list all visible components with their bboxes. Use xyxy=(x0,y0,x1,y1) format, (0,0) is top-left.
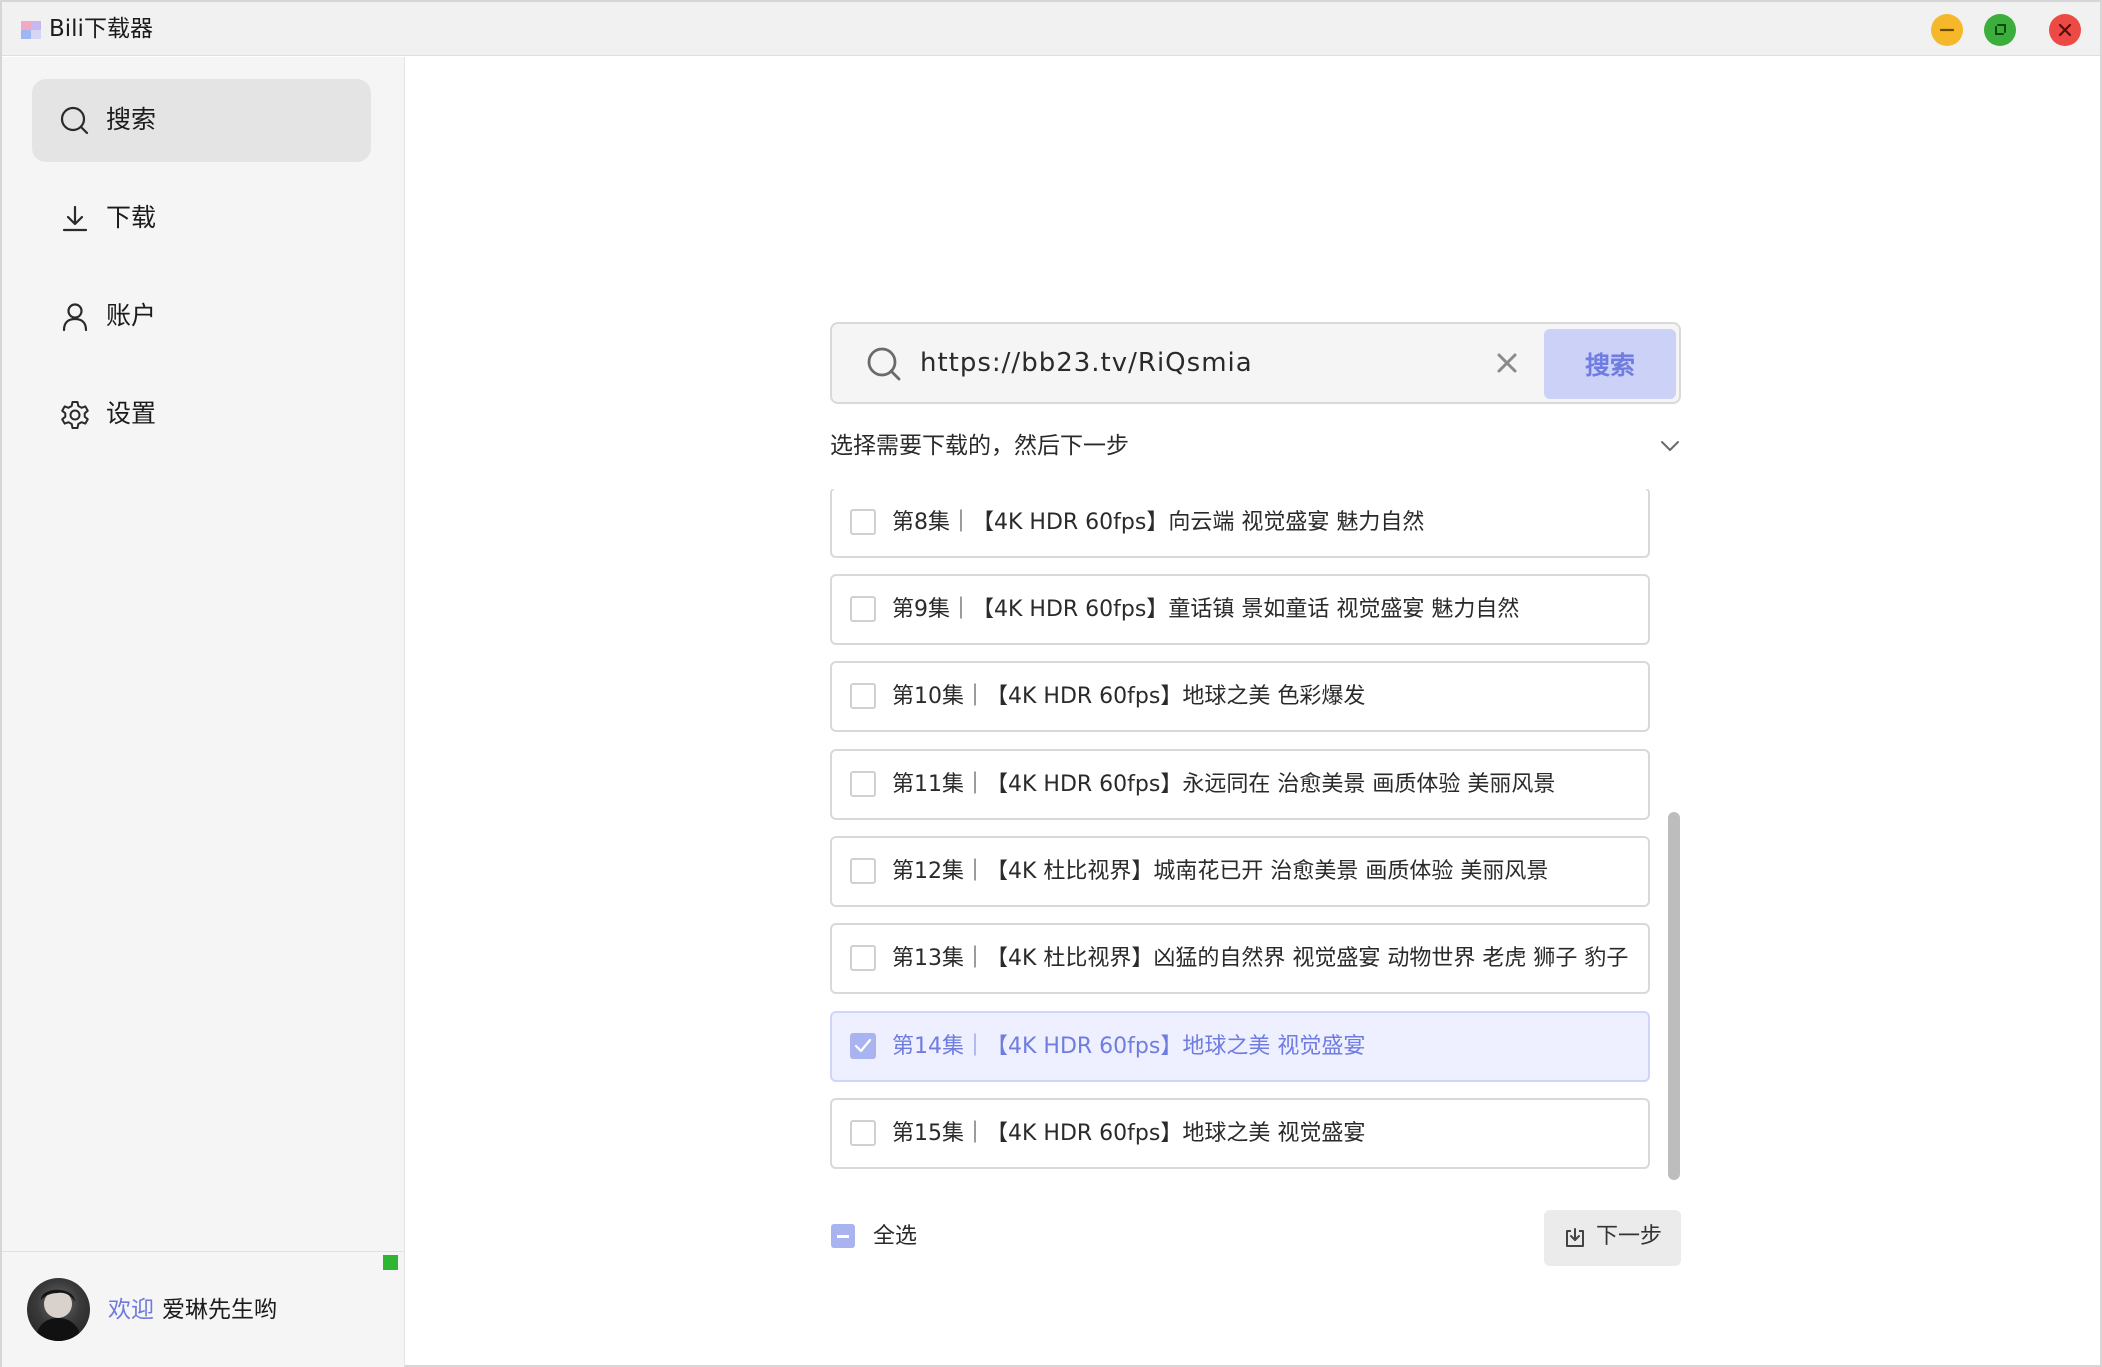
search-icon xyxy=(867,347,901,381)
list-item-selected[interactable]: 第14集｜【4K HDR 60fps】地球之美 视觉盛宴 xyxy=(830,1011,1650,1082)
list-item[interactable]: 第12集｜【4K 杜比视界】城南花已开 治愈美景 画质体验 美丽风景 xyxy=(830,836,1650,907)
item-checkbox[interactable] xyxy=(850,683,876,709)
list-item[interactable]: 第10集｜【4K HDR 60fps】地球之美 色彩爆发 xyxy=(830,661,1650,732)
sidebar-item-settings[interactable]: 设置 xyxy=(32,373,371,456)
app-logo-icon xyxy=(21,21,41,39)
close-icon xyxy=(2058,23,2072,37)
next-step-button[interactable]: 下一步 xyxy=(1544,1210,1681,1266)
item-checkbox[interactable] xyxy=(850,596,876,622)
list-item[interactable]: 第9集｜【4K HDR 60fps】童话镇 景如童话 视觉盛宴 魅力自然 xyxy=(830,574,1650,645)
item-checkbox[interactable] xyxy=(850,1120,876,1146)
gear-icon xyxy=(61,401,89,429)
sidebar-item-download[interactable]: 下载 xyxy=(32,177,371,260)
username: 爱琳先生哟 xyxy=(162,1297,277,1323)
item-checkbox[interactable] xyxy=(850,945,876,971)
list-item[interactable]: 第13集｜【4K 杜比视界】凶猛的自然界 视觉盛宴 动物世界 老虎 狮子 豹子 xyxy=(830,923,1650,994)
avatar[interactable] xyxy=(27,1278,90,1341)
search-input[interactable] xyxy=(920,342,1460,384)
welcome-label: 欢迎 xyxy=(108,1297,154,1323)
list-item[interactable]: 第11集｜【4K HDR 60fps】永远同在 治愈美景 画质体验 美丽风景 xyxy=(830,749,1650,820)
item-label: 第15集｜【4K HDR 60fps】地球之美 视觉盛宴 xyxy=(892,1121,1366,1146)
item-checkbox[interactable] xyxy=(850,771,876,797)
close-button[interactable] xyxy=(2049,14,2081,46)
search-icon xyxy=(60,106,89,135)
check-icon xyxy=(854,1038,872,1053)
sidebar-divider xyxy=(2,1251,404,1252)
item-label: 第12集｜【4K 杜比视界】城南花已开 治愈美景 画质体验 美丽风景 xyxy=(892,859,1549,884)
maximize-button[interactable] xyxy=(1984,14,2016,46)
item-checkbox[interactable] xyxy=(850,858,876,884)
item-label: 第14集｜【4K HDR 60fps】地球之美 视觉盛宴 xyxy=(892,1034,1366,1059)
episode-list[interactable]: 第8集｜【4K HDR 60fps】向云端 视觉盛宴 魅力自然 第9集｜【4K … xyxy=(830,489,1680,1181)
results-hint: 选择需要下载的，然后下一步 xyxy=(830,433,1129,459)
minimize-button[interactable] xyxy=(1931,14,1963,46)
results-header: 选择需要下载的，然后下一步 xyxy=(830,429,1681,465)
sidebar: 搜索 下载 账户 设置 xyxy=(2,57,405,1367)
status-indicator xyxy=(383,1255,398,1270)
app-window: Bili下载器 搜索 下载 账户 设置 欢迎 爱琳先生哟 https://bb2… xyxy=(0,0,2102,1367)
item-label: 第8集｜【4K HDR 60fps】向云端 视觉盛宴 魅力自然 xyxy=(892,510,1425,535)
avatar-image xyxy=(35,1289,82,1341)
sidebar-item-search[interactable]: 搜索 xyxy=(32,79,371,162)
sidebar-item-label: 下载 xyxy=(106,203,157,232)
list-item[interactable]: 第15集｜【4K HDR 60fps】地球之美 视觉盛宴 xyxy=(830,1098,1650,1169)
item-checkbox-checked[interactable] xyxy=(850,1033,876,1059)
maximize-icon xyxy=(1995,24,2006,35)
sidebar-item-label: 搜索 xyxy=(106,105,157,134)
select-all-label[interactable]: 全选 xyxy=(873,1221,917,1253)
search-button[interactable]: 搜索 xyxy=(1544,329,1676,399)
welcome-text: 欢迎 爱琳先生哟 xyxy=(108,1294,277,1326)
list-item[interactable]: 第8集｜【4K HDR 60fps】向云端 视觉盛宴 魅力自然 xyxy=(830,489,1650,558)
user-icon xyxy=(62,303,88,332)
select-all-checkbox[interactable] xyxy=(831,1224,855,1248)
next-step-label: 下一步 xyxy=(1596,1224,1663,1249)
sidebar-item-label: 设置 xyxy=(106,399,157,428)
item-label: 第9集｜【4K HDR 60fps】童话镇 景如童话 视觉盛宴 魅力自然 xyxy=(892,597,1520,622)
item-label: 第13集｜【4K 杜比视界】凶猛的自然界 视觉盛宴 动物世界 老虎 狮子 豹子 xyxy=(892,946,1629,971)
search-bar: 搜索 xyxy=(830,322,1681,404)
chevron-down-icon[interactable] xyxy=(1659,435,1681,457)
item-label: 第10集｜【4K HDR 60fps】地球之美 色彩爆发 xyxy=(892,684,1366,709)
clear-icon[interactable] xyxy=(1496,352,1518,374)
sidebar-item-label: 账户 xyxy=(106,301,157,330)
download-box-icon xyxy=(1566,1228,1584,1247)
scrollbar-thumb[interactable] xyxy=(1668,812,1680,1180)
item-checkbox[interactable] xyxy=(850,509,876,535)
minimize-icon xyxy=(1939,28,1955,32)
item-label: 第11集｜【4K HDR 60fps】永远同在 治愈美景 画质体验 美丽风景 xyxy=(892,772,1556,797)
app-title: Bili下载器 xyxy=(49,16,153,42)
sidebar-item-account[interactable]: 账户 xyxy=(32,275,371,358)
title-bar[interactable]: Bili下载器 xyxy=(2,2,2100,56)
download-icon xyxy=(62,205,88,232)
